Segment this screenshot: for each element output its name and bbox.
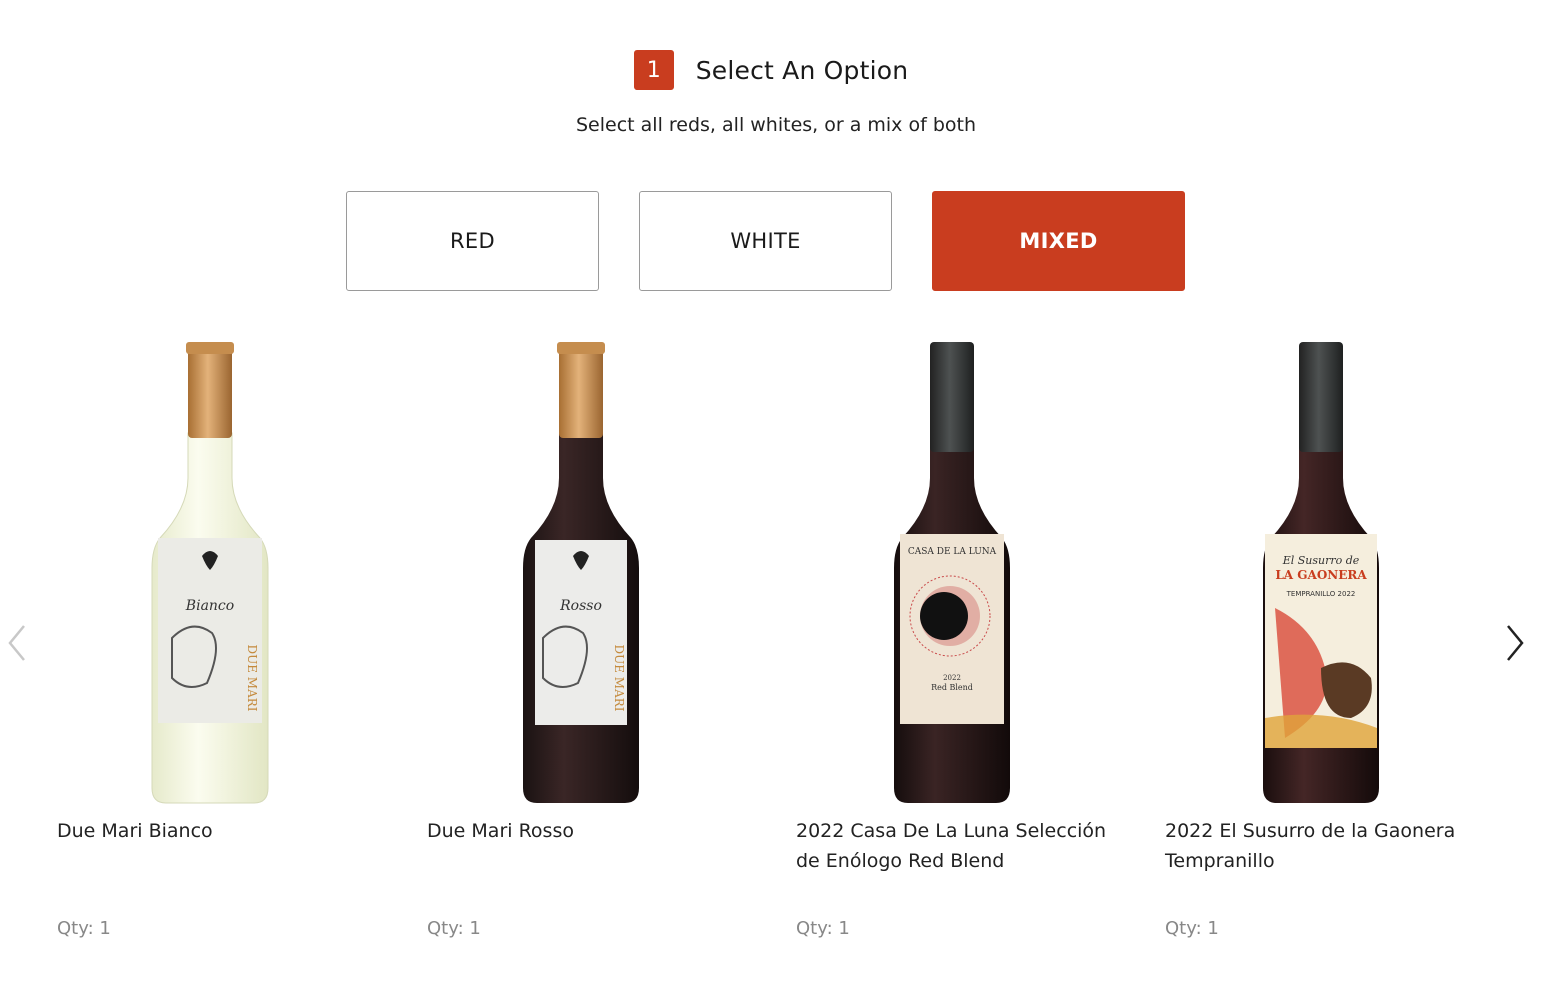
product-qty: Qty: 1 xyxy=(796,918,850,939)
step-number-badge: 1 xyxy=(633,50,674,90)
product-qty: Qty: 1 xyxy=(57,918,111,939)
bottle-label-brand: LA GAONERA xyxy=(1275,568,1367,582)
option-mixed-button[interactable]: MIXED xyxy=(932,191,1185,291)
bottle-label-variety: Rosso xyxy=(559,598,602,614)
bottle-label-top: El Susurro de xyxy=(1282,554,1360,567)
product-name: Due Mari Bianco xyxy=(57,820,213,842)
bottle-label-variety: Bianco xyxy=(185,598,234,614)
bottle-label-brand: DUE MARI xyxy=(245,644,259,711)
bottle-label-year: 2022 xyxy=(943,674,961,682)
product-image: Bianco DUE MARI xyxy=(150,338,470,808)
product-qty: Qty: 1 xyxy=(427,918,481,939)
chevron-left-icon[interactable] xyxy=(2,622,32,664)
step-subtitle: Select all reds, all whites, or a mix of… xyxy=(576,114,976,136)
step-title: Select An Option xyxy=(695,55,909,85)
product-name: 2022 El Susurro de la Gaonera Tempranill… xyxy=(1165,820,1456,872)
option-red-button[interactable]: RED xyxy=(346,191,599,291)
product-name: 2022 Casa De La Luna Selección de Enólog… xyxy=(796,820,1107,872)
product-image: El Susurro de LA GAONERA TEMPRANILLO 202… xyxy=(1261,338,1552,808)
product-name: Due Mari Rosso xyxy=(427,820,574,842)
product-image: Rosso DUE MARI xyxy=(521,338,841,808)
bottle-label-brand: DUE MARI xyxy=(612,644,626,711)
option-selector: RED WHITE MIXED xyxy=(346,191,1185,291)
product-qty: Qty: 1 xyxy=(1165,918,1219,939)
bottle-label-variety: TEMPRANILLO 2022 xyxy=(1286,590,1356,598)
bottle-label-brand: CASA DE LA LUNA xyxy=(908,547,997,557)
bottle-label-variety: Red Blend xyxy=(931,683,973,692)
step-header: 1 Select An Option xyxy=(0,50,1552,90)
product-image: CASA DE LA LUNA 2022 Red Blend xyxy=(892,338,1212,808)
option-white-button[interactable]: WHITE xyxy=(639,191,892,291)
